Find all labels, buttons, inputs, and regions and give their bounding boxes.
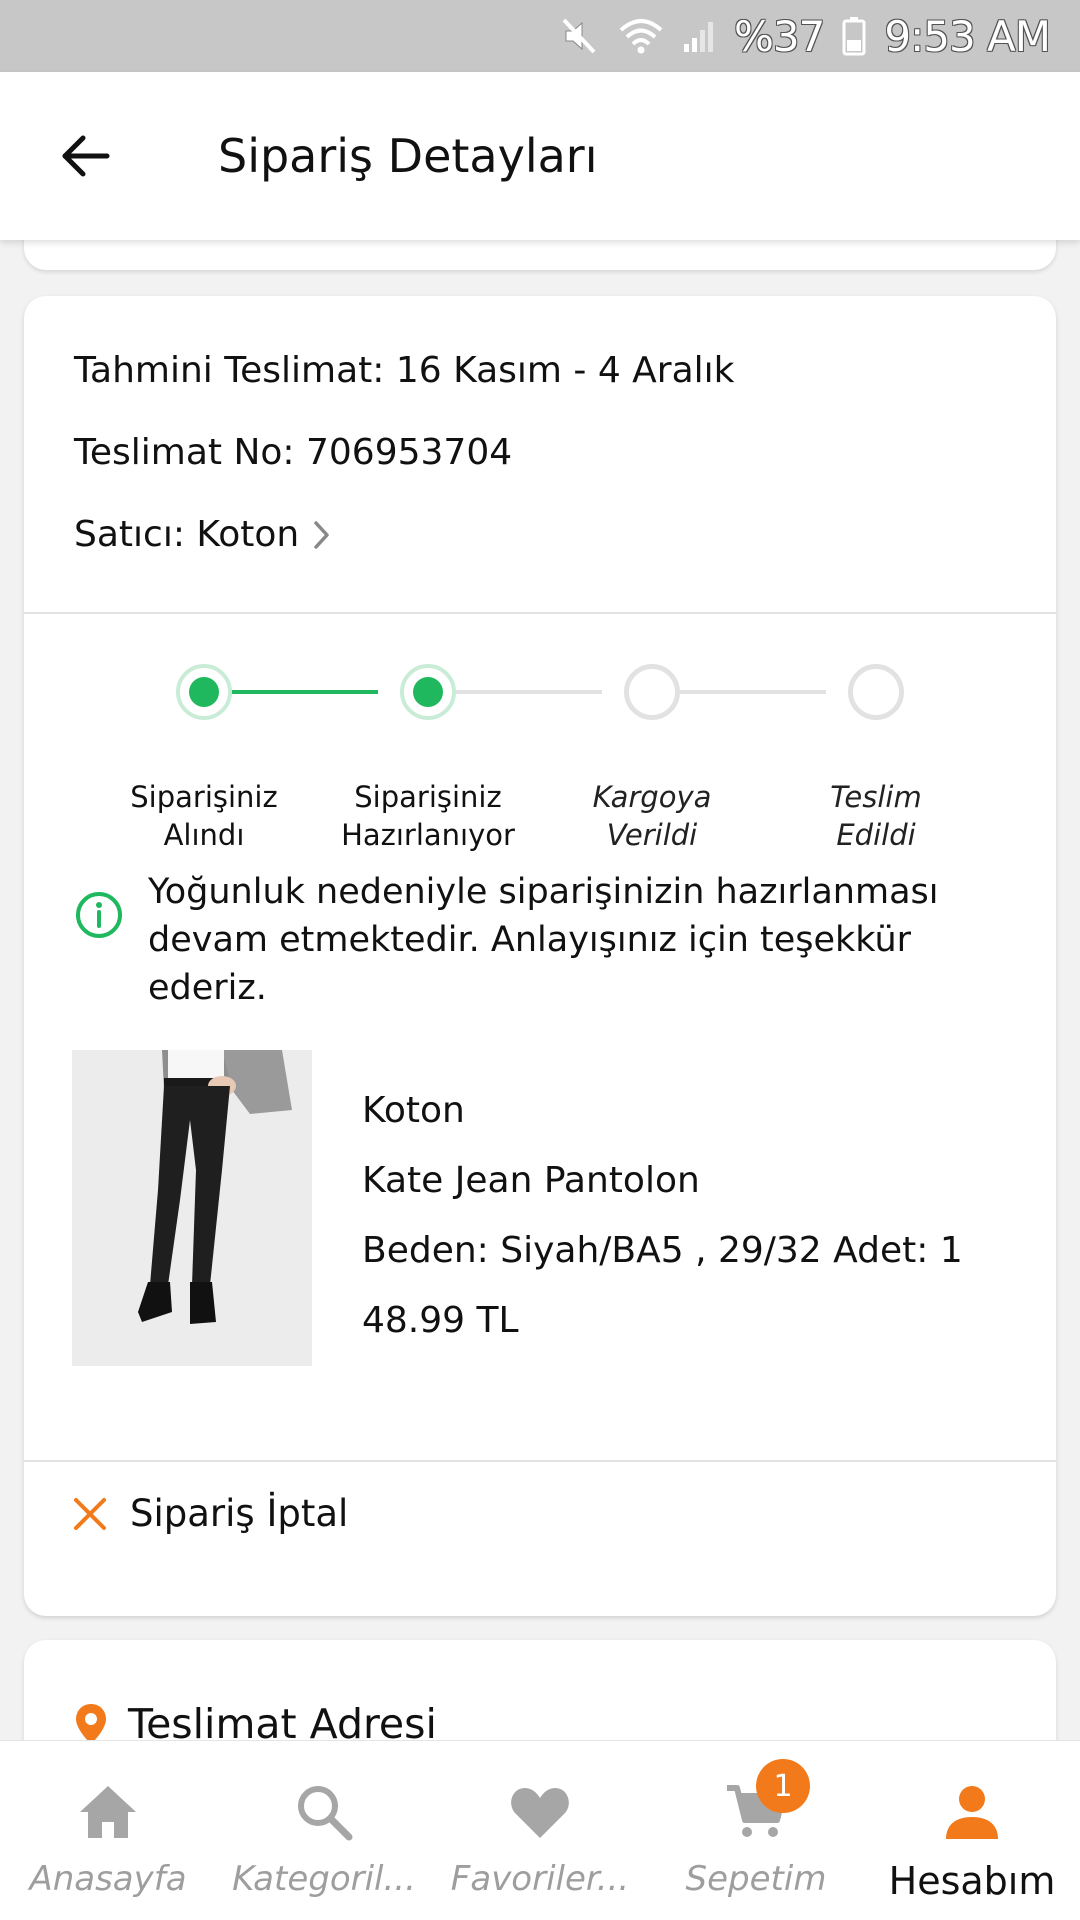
nav-item-home[interactable]: Anasayfa [0,1741,216,1920]
cancel-order-button[interactable]: Sipariş İptal [72,1492,348,1535]
mute-icon [560,16,600,56]
divider [24,612,1056,614]
nav-item-account[interactable]: Hesabım [864,1741,1080,1920]
step-label-shipped: Kargoya Verildi [592,780,712,852]
step-dot-delivered [848,664,904,720]
user-icon [939,1779,1005,1845]
app-bar: Sipariş Detayları [0,72,1080,240]
step-dot-shipped [624,664,680,720]
product-price: 48.99 TL [362,1300,519,1341]
nav-label-account: Hesabım [888,1859,1056,1903]
product-brand: Koton [362,1090,465,1131]
status-bar: %37 9:53 AM [0,0,1080,72]
product-image[interactable] [72,1050,312,1366]
product-variant: Beden: Siyah/BA5 , 29/32 Adet: 1 [362,1230,963,1271]
delivery-number: Teslimat No: 706953704 [74,432,513,473]
order-detail-card: Tahmini Teslimat: 16 Kasım - 4 Aralık Te… [24,296,1056,1616]
battery-icon [842,16,866,56]
info-icon [76,892,122,938]
search-icon [291,1779,357,1845]
product-name[interactable]: Kate Jean Pantolon [362,1146,963,1216]
seller-link[interactable]: Satıcı: Koton [74,514,333,555]
seller-label: Satıcı: Koton [74,514,300,555]
cancel-order-label: Sipariş İptal [130,1492,349,1535]
battery-percent: %37 [734,11,825,61]
step-label-delivered: Teslim Edildi [830,780,922,852]
signal-icon [682,18,716,54]
nav-label-cart: Sepetim [685,1859,827,1899]
nav-label-favorites: Favoriler... [450,1859,630,1899]
divider [24,1460,1056,1462]
nav-label-home: Anasayfa [29,1859,187,1899]
home-icon [75,1779,141,1845]
estimated-delivery: Tahmini Teslimat: 16 Kasım - 4 Aralık [74,350,735,391]
chevron-right-icon [314,520,329,549]
arrow-left-icon [62,135,110,177]
notice-text: Yoğunluk nedeniyle siparişinizin hazırla… [148,872,939,1008]
info-notice: Yoğunluk nedeniyle siparişinizin hazırla… [74,868,1014,1012]
cart-badge: 1 [756,1759,810,1813]
step-dot-received [176,664,232,720]
heart-icon [507,1779,573,1845]
nav-label-categories: Kategoril... [232,1859,416,1899]
step-dot-preparing [400,664,456,720]
nav-item-cart[interactable]: 1 Sepetim [648,1741,864,1920]
product-info: Koton Kate Jean Pantolon Beden: Siyah/BA… [362,1076,963,1356]
back-button[interactable] [40,111,130,201]
step-label-received: Siparişiniz Alındı [130,780,278,852]
bottom-navigation: Anasayfa Kategoril... Favoriler... 1 Sep… [0,1740,1080,1920]
step-label-preparing: Siparişiniz Hazırlanıyor [341,780,515,852]
order-progress-stepper: Siparişiniz Alındı Siparişiniz Hazırlanı… [24,648,1056,852]
wifi-icon [618,16,664,56]
close-icon [74,1497,106,1530]
page-title: Sipariş Detayları [218,129,598,183]
nav-item-favorites[interactable]: Favoriler... [432,1741,648,1920]
nav-item-categories[interactable]: Kategoril... [216,1741,432,1920]
clock: 9:53 AM [884,11,1051,61]
